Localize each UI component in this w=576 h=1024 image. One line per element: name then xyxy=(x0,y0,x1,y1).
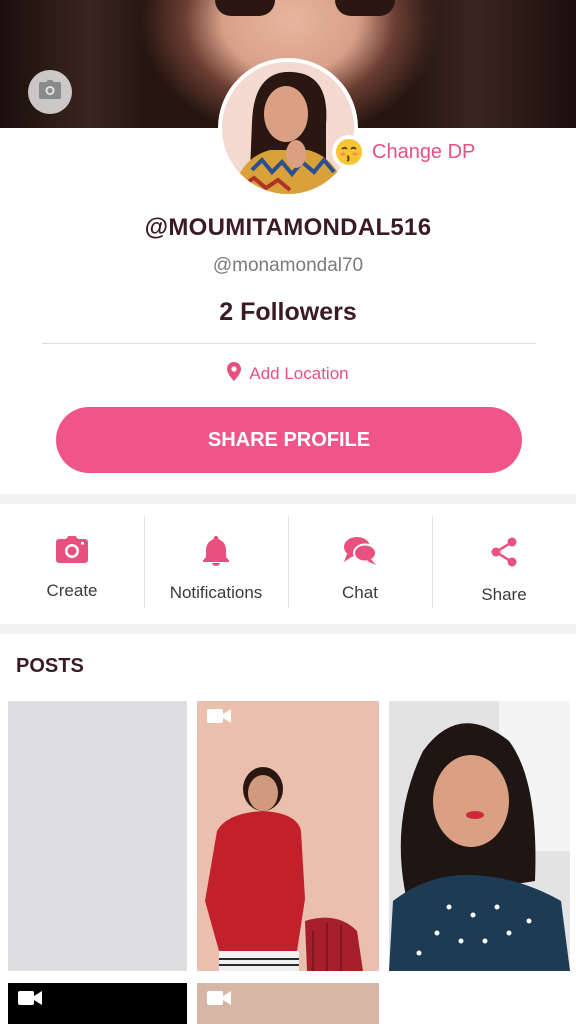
profile-actions: Create Notifications Chat Share xyxy=(0,506,576,624)
section-separator xyxy=(0,494,576,504)
change-dp-label: Change DP xyxy=(372,140,476,163)
change-dp-button[interactable]: Change DP xyxy=(332,130,475,174)
profile-username: @MOUMITAMONDAL516 xyxy=(144,214,432,241)
followers-count[interactable]: 2 Followers xyxy=(0,298,576,327)
post-thumbnail[interactable] xyxy=(8,701,187,971)
add-location-button[interactable]: Add Location xyxy=(0,362,576,386)
cover-hair-left xyxy=(0,0,150,128)
section-separator xyxy=(0,624,576,634)
create-label: Create xyxy=(46,581,98,600)
change-cover-button[interactable] xyxy=(28,70,72,114)
share-icon xyxy=(490,536,518,573)
chat-button[interactable]: Chat xyxy=(288,506,432,624)
divider xyxy=(42,343,536,344)
post-thumbnail[interactable] xyxy=(8,983,187,1024)
kissing-face-emoji-icon xyxy=(332,135,366,169)
share-label: Share xyxy=(481,585,527,604)
bell-icon xyxy=(202,536,230,571)
post-thumbnail[interactable] xyxy=(197,701,379,971)
video-icon xyxy=(207,709,231,728)
notifications-button[interactable]: Notifications xyxy=(144,506,288,624)
share-button[interactable]: Share xyxy=(432,506,576,624)
chat-icon xyxy=(343,536,377,571)
camera-icon xyxy=(55,536,89,569)
location-pin-icon xyxy=(227,362,242,386)
add-location-label: Add Location xyxy=(249,364,349,383)
notifications-label: Notifications xyxy=(169,583,263,602)
profile-avatar[interactable] xyxy=(218,58,358,198)
cover-hair-right xyxy=(406,0,576,128)
camera-icon xyxy=(38,79,62,105)
cover-eye-right xyxy=(335,0,395,16)
post-thumbnail[interactable] xyxy=(197,983,379,1024)
create-button[interactable]: Create xyxy=(0,506,144,624)
chat-label: Chat xyxy=(342,583,378,602)
share-profile-button[interactable]: SHARE PROFILE xyxy=(56,407,522,473)
video-icon xyxy=(18,991,42,1010)
profile-handle: @monamondal70 xyxy=(212,255,364,276)
post-thumbnail[interactable] xyxy=(389,701,570,971)
video-icon xyxy=(207,991,231,1010)
posts-heading: POSTS xyxy=(16,655,84,677)
cover-eye-left xyxy=(215,0,275,16)
